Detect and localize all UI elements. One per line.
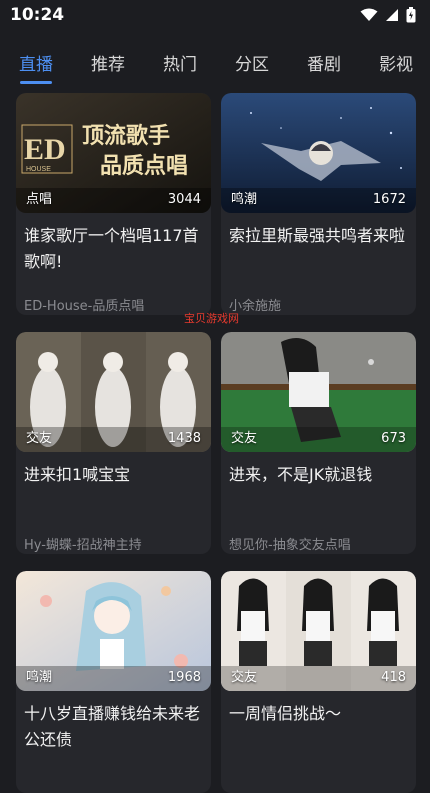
tab-label: 影视 xyxy=(379,54,413,75)
tab-film[interactable]: 影视 xyxy=(360,34,430,90)
category-tabs: 直播 推荐 热门 分区 番剧 影视 xyxy=(0,34,430,90)
live-thumbnail: 鸣潮 1968 xyxy=(16,571,211,691)
category-tag: 鸣潮 xyxy=(231,192,258,207)
thumb-line2: 品质点唱 xyxy=(100,153,188,179)
signal-icon xyxy=(386,9,398,21)
live-room-card[interactable]: 鸣潮 1672 索拉里斯最强共鸣者来啦 小余施施 xyxy=(221,93,416,315)
room-title: 索拉里斯最强共鸣者来啦 xyxy=(229,226,406,245)
thumb-brand-sub: HOUSE xyxy=(26,166,51,173)
tab-zones[interactable]: 分区 xyxy=(216,34,288,90)
tab-anime[interactable]: 番剧 xyxy=(288,34,360,90)
room-title: 谁家歌厅一个档唱117首歌啊! xyxy=(24,226,199,271)
live-room-card[interactable]: ED HOUSE 顶流歌手 品质点唱 点唱 3044 谁家歌厅一个档唱117首歌… xyxy=(16,93,211,315)
category-tag: 交友 xyxy=(231,431,258,446)
live-thumbnail: 交友 418 xyxy=(221,571,416,691)
live-room-card[interactable]: 交友 418 一周情侣挑战～ xyxy=(221,571,416,793)
live-thumbnail: 鸣潮 1672 xyxy=(221,93,416,213)
tab-label: 直播 xyxy=(19,54,53,75)
category-tag: 鸣潮 xyxy=(26,670,53,685)
status-icons xyxy=(360,7,416,23)
thumb-line1: 顶流歌手 xyxy=(82,123,170,149)
host-name: Hy-蝴蝶-招战神主持 xyxy=(24,538,142,553)
live-room-card[interactable]: 交友 1438 进来扣1喊宝宝 Hy-蝴蝶-招战神主持 xyxy=(16,332,211,554)
live-thumbnail: 交友 673 xyxy=(221,332,416,452)
room-title: 进来，不是JK就退钱 xyxy=(229,465,373,484)
live-room-card[interactable]: 交友 673 进来，不是JK就退钱 想见你-抽象交友点唱 xyxy=(221,332,416,554)
host-name: 小余施施 xyxy=(229,299,282,314)
category-tag: 点唱 xyxy=(26,192,53,207)
room-title: 进来扣1喊宝宝 xyxy=(24,465,131,484)
active-tab-indicator xyxy=(20,81,52,84)
room-title: 十八岁直播赚钱给未来老公还债 xyxy=(24,704,201,749)
viewer-count: 3044 xyxy=(167,192,201,207)
viewer-count: 1968 xyxy=(167,670,201,685)
category-tag: 交友 xyxy=(231,670,258,685)
category-tag: 交友 xyxy=(26,431,53,446)
tab-live[interactable]: 直播 xyxy=(0,34,72,90)
live-room-card[interactable]: 鸣潮 1968 十八岁直播赚钱给未来老公还债 xyxy=(16,571,211,793)
status-time: 10:24 xyxy=(10,5,65,25)
tab-label: 热门 xyxy=(163,54,197,75)
battery-icon xyxy=(406,7,416,23)
tab-label: 推荐 xyxy=(91,54,125,75)
tab-hot[interactable]: 热门 xyxy=(144,34,216,90)
thumb-brand-text: ED xyxy=(24,133,66,166)
viewer-count: 673 xyxy=(381,431,406,446)
status-bar: 10:24 xyxy=(0,0,430,30)
live-thumbnail: ED HOUSE 顶流歌手 品质点唱 点唱 3044 xyxy=(16,93,211,213)
tab-label: 番剧 xyxy=(307,54,341,75)
wifi-icon xyxy=(360,8,378,21)
watermark: 宝贝游戏网 xyxy=(184,312,239,325)
viewer-count: 1672 xyxy=(372,192,406,207)
viewer-count: 418 xyxy=(381,670,406,685)
tab-label: 分区 xyxy=(235,54,269,75)
host-name: ED-House-品质点唱 xyxy=(24,299,145,314)
viewer-count: 1438 xyxy=(167,431,201,446)
tab-recommend[interactable]: 推荐 xyxy=(72,34,144,90)
live-thumbnail: 交友 1438 xyxy=(16,332,211,452)
room-title: 一周情侣挑战～ xyxy=(229,704,342,723)
host-name: 想见你-抽象交友点唱 xyxy=(229,538,351,553)
